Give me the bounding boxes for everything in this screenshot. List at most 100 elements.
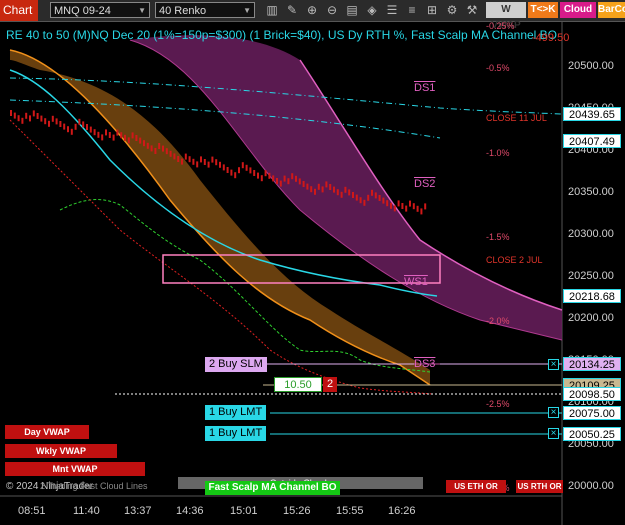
tables-icon[interactable]: ⊞ — [424, 2, 440, 18]
renko-brick — [10, 110, 12, 116]
renko-brick — [260, 175, 263, 182]
us-eth-or-button[interactable]: US ETH OR — [446, 480, 506, 493]
watermark-text: 2 Trading Fast Cloud Lines — [40, 481, 148, 491]
renko-brick — [131, 132, 134, 139]
renko-brick — [276, 178, 278, 184]
zoom-out-icon[interactable]: ⊖ — [324, 2, 340, 18]
price-axis-label: 20300.00 — [568, 228, 614, 240]
time-axis-label: 15:26 — [283, 505, 311, 517]
renko-brick — [222, 164, 225, 171]
price-marker[interactable]: 20050.25 — [563, 427, 621, 441]
renko-brick — [321, 186, 324, 193]
price-marker[interactable]: 20134.25 — [563, 357, 621, 371]
price-marker[interactable]: 20439.65 — [563, 107, 621, 121]
chart-title: RE 40 to 50 (M)NQ Dec 20 (1%=150p=$300) … — [6, 28, 558, 42]
renko-brick — [340, 191, 343, 198]
renko-brick — [165, 148, 168, 155]
cancel-order-icon[interactable]: × — [548, 359, 559, 370]
cloud-button[interactable]: Cloud — [560, 2, 596, 18]
day-vwap-button[interactable]: Day VWAP — [5, 425, 89, 439]
renko-brick — [59, 121, 62, 127]
renko-brick — [97, 131, 100, 138]
zoom-in-icon[interactable]: ⊕ — [304, 2, 320, 18]
renko-brick — [367, 194, 370, 201]
renko-brick — [192, 158, 195, 165]
monthly-vwap-button[interactable]: Mnt VWAP — [5, 462, 145, 476]
renko-brick — [143, 140, 145, 147]
renko-brick — [36, 113, 39, 119]
renko-brick — [272, 175, 275, 182]
renko-brick — [169, 150, 172, 157]
price-axis-label: 20500.00 — [568, 60, 614, 72]
order-buy-lmt-2[interactable]: 1 Buy LMT — [205, 426, 267, 441]
renko-brick — [253, 170, 256, 176]
tk-button[interactable]: T<>K — [528, 2, 558, 18]
renko-brick — [44, 118, 47, 125]
draw-icon[interactable]: ✎ — [284, 2, 300, 18]
renko-brick — [302, 181, 305, 187]
price-marker[interactable]: 20407.49 — [563, 134, 621, 148]
chevron-down-icon: ▼ — [138, 6, 146, 15]
w-vwap-button[interactable]: W VWAP — [486, 2, 526, 31]
order-buy-lmt-1[interactable]: 1 Buy LMT — [205, 405, 267, 420]
strategy-button[interactable]: Fast Scalp MA Channel BO — [205, 481, 340, 495]
renko-brick — [78, 118, 81, 125]
instrument-value: MNQ 09-24 — [54, 5, 111, 17]
chart-menu-button[interactable]: Chart — [0, 0, 38, 21]
renko-brick — [333, 186, 335, 193]
price-axis-label: 20350.00 — [568, 186, 614, 198]
weekly-vwap-button[interactable]: Wkly VWAP — [5, 444, 117, 458]
price-marker[interactable]: 20075.00 — [563, 406, 621, 420]
barco-button[interactable]: BarCo — [598, 2, 625, 18]
renko-brick — [120, 132, 123, 139]
percent-label: -0.25% — [486, 21, 515, 31]
renko-brick — [424, 203, 427, 210]
renko-brick — [409, 200, 411, 207]
renko-brick — [245, 164, 248, 171]
us-rth-or-button[interactable]: US RTH OR — [516, 480, 563, 493]
price-marker[interactable]: 20098.50 — [563, 387, 621, 401]
renko-brick — [181, 158, 183, 165]
time-axis-label: 15:55 — [336, 505, 364, 517]
renko-brick — [105, 129, 107, 136]
renko-brick — [397, 200, 400, 207]
renko-brick — [416, 205, 419, 212]
position-pnl[interactable]: 10.50 — [274, 377, 322, 392]
properties-icon[interactable]: ▤ — [344, 2, 360, 18]
position-quantity[interactable]: 2 — [323, 377, 337, 392]
cancel-order-icon[interactable]: × — [548, 428, 559, 439]
renko-brick — [67, 126, 69, 133]
renko-brick — [374, 192, 377, 199]
lines-icon[interactable]: ≡ — [404, 2, 420, 18]
renko-brick — [196, 161, 199, 168]
instrument-selector[interactable]: MNQ 09-24 ▼ — [50, 2, 150, 18]
close-label: CLOSE 11 JUL — [486, 113, 547, 123]
settings-icon[interactable]: ⚒ — [464, 2, 480, 18]
renko-brick — [177, 156, 180, 162]
percent-label: -1.0% — [486, 148, 510, 158]
renko-brick — [371, 189, 373, 196]
renko-brick — [89, 126, 92, 133]
renko-brick — [21, 117, 24, 124]
strategy-icon[interactable]: ◈ — [364, 2, 380, 18]
renko-brick — [124, 134, 126, 141]
bar-style-icon[interactable]: ▥ — [264, 2, 280, 18]
time-axis-label: 08:51 — [18, 505, 46, 517]
bar-type-value: 40 Renko — [159, 5, 207, 17]
renko-brick — [219, 161, 221, 168]
renko-brick — [101, 134, 104, 141]
time-axis-label: 16:26 — [388, 505, 416, 517]
renko-brick — [378, 195, 381, 201]
list-icon[interactable]: ☰ — [384, 2, 400, 18]
price-marker[interactable]: 20218.68 — [563, 289, 621, 303]
cancel-order-icon[interactable]: × — [548, 407, 559, 418]
renko-brick — [298, 178, 301, 185]
order-buy-slm[interactable]: 2 Buy SLM — [205, 357, 267, 372]
renko-brick — [268, 172, 271, 179]
gear-icon[interactable]: ⚙ — [444, 2, 460, 18]
bar-type-selector[interactable]: 40 Renko ▼ — [155, 2, 255, 18]
renko-brick — [359, 197, 362, 204]
renko-brick — [29, 115, 31, 122]
zone-label: DS1 — [414, 82, 436, 94]
renko-brick — [317, 183, 320, 190]
